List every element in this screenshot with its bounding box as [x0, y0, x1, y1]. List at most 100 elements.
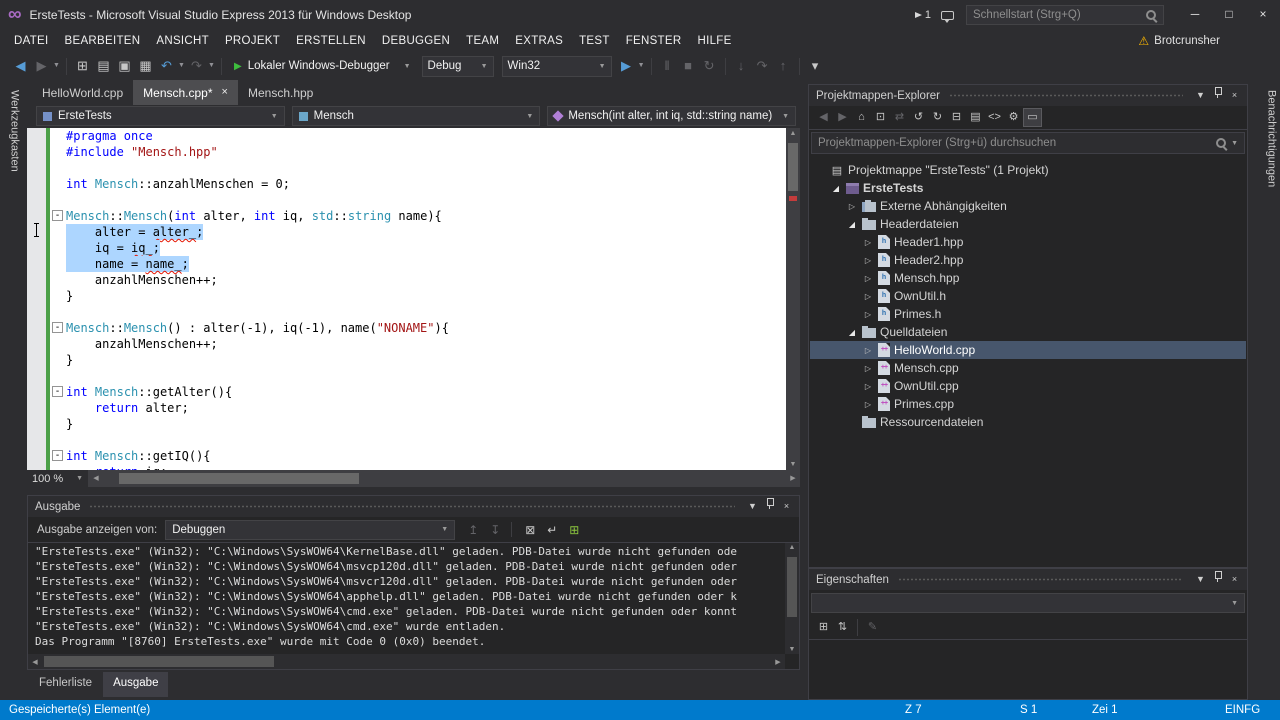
fold-collapse-icon[interactable]: - — [52, 386, 63, 397]
chevron-down-icon[interactable]: ▼ — [177, 55, 186, 77]
code-line[interactable]: return alter; — [27, 400, 786, 416]
code-line[interactable] — [27, 160, 786, 176]
fold-margin[interactable] — [50, 176, 66, 192]
maximize-button[interactable]: □ — [1212, 0, 1246, 30]
expander-icon[interactable]: ▷ — [862, 310, 874, 319]
code-line[interactable] — [27, 432, 786, 448]
menu-fenster[interactable]: FENSTER — [618, 30, 690, 52]
tree-item[interactable]: ▷hMensch.hpp — [810, 269, 1246, 287]
output-horizontal-scrollbar[interactable]: ◀ ▶ — [28, 654, 785, 669]
scrollbar-thumb[interactable] — [119, 473, 359, 484]
alphabetical-icon[interactable]: ⇅ — [833, 618, 852, 637]
indicator-margin[interactable] — [27, 272, 46, 288]
scroll-left-icon[interactable]: ◀ — [28, 658, 42, 666]
start-debug-button[interactable]: ▶Lokaler Windows-Debugger▼ — [227, 55, 418, 77]
restart-icon[interactable]: ↻ — [699, 55, 720, 77]
tree-item[interactable]: ▷hOwnUtil.h — [810, 287, 1246, 305]
tree-item[interactable]: ◢Headerdateien — [810, 215, 1246, 233]
feedback-bubble-icon[interactable] — [941, 11, 954, 20]
code-line[interactable]: #include "Mensch.hpp" — [27, 144, 786, 160]
code-line[interactable]: -int Mensch::getIQ(){ — [27, 448, 786, 464]
code-line[interactable]: anzahlMenschen++; — [27, 336, 786, 352]
expander-icon[interactable]: ◢ — [830, 184, 842, 193]
scrollbar-thumb[interactable] — [787, 557, 797, 617]
indicator-margin[interactable] — [27, 176, 46, 192]
step-into-icon[interactable]: ↓ — [731, 55, 752, 77]
pending-changes-filter-icon[interactable]: ⇄ — [890, 108, 909, 127]
indicator-margin[interactable] — [27, 336, 46, 352]
menu-ansicht[interactable]: ANSICHT — [148, 30, 217, 52]
pin-button[interactable] — [1209, 569, 1226, 591]
code-line[interactable]: anzahlMenschen++; — [27, 272, 786, 288]
indicator-margin[interactable] — [27, 320, 46, 336]
code-line[interactable]: } — [27, 416, 786, 432]
member-dropdown[interactable]: Mensch(int alter, int iq, std::string na… — [547, 106, 796, 126]
expander-icon[interactable]: ▷ — [862, 346, 874, 355]
stop-debug-icon[interactable]: ■ — [678, 55, 699, 77]
close-icon[interactable]: × — [1226, 569, 1243, 590]
fold-margin[interactable] — [50, 272, 66, 288]
chevron-down-icon[interactable]: ▼ — [52, 55, 61, 77]
new-item-icon[interactable]: ⊞ — [72, 55, 93, 77]
tree-item[interactable]: ◢Quelldateien — [810, 323, 1246, 341]
redo-icon[interactable]: ↷ — [186, 55, 207, 77]
account-button[interactable]: ⚠ Brotcrunsher — [1138, 30, 1220, 52]
code-line[interactable]: -Mensch::Mensch(int alter, int iq, std::… — [27, 208, 786, 224]
save-all-icon[interactable]: ▦ — [135, 55, 156, 77]
indicator-margin[interactable] — [27, 240, 46, 256]
type-dropdown[interactable]: Mensch ▼ — [292, 106, 541, 126]
indicator-margin[interactable] — [27, 256, 46, 272]
code-editor[interactable]: #pragma once#include "Mensch.hpp"int Men… — [27, 128, 786, 470]
tree-item[interactable]: ▷++Primes.cpp — [810, 395, 1246, 413]
notifications-autohide-tab[interactable]: Benachrichtigungen — [1261, 80, 1280, 700]
indicator-margin[interactable] — [27, 416, 46, 432]
solution-configurations-select[interactable]: Debug▼ — [422, 56, 494, 77]
fold-margin[interactable] — [50, 288, 66, 304]
scroll-right-icon[interactable]: ▶ — [771, 658, 785, 666]
menu-datei[interactable]: DATEI — [6, 30, 57, 52]
sync-with-active-document-icon[interactable]: ↺ — [909, 108, 928, 127]
tree-item[interactable]: Ressourcendateien — [810, 413, 1246, 431]
tree-item[interactable]: ▷++OwnUtil.cpp — [810, 377, 1246, 395]
fold-margin[interactable] — [50, 144, 66, 160]
scrollbar-thumb[interactable] — [788, 143, 798, 191]
fold-margin[interactable] — [50, 416, 66, 432]
indicator-margin[interactable] — [27, 304, 46, 320]
preview-selected-items-icon[interactable]: ▭ — [1023, 108, 1042, 127]
code-line[interactable]: alter = alter_; — [27, 224, 786, 240]
code-line[interactable] — [27, 304, 786, 320]
scroll-down-icon[interactable]: ▼ — [785, 646, 799, 653]
indicator-margin[interactable] — [27, 352, 46, 368]
code-line[interactable]: } — [27, 352, 786, 368]
indicator-margin[interactable] — [27, 432, 46, 448]
expander-icon[interactable]: ▷ — [862, 382, 874, 391]
nav-back-icon[interactable]: ◀ — [10, 55, 31, 77]
tree-item[interactable]: ▷Externe Abhängigkeiten — [810, 197, 1246, 215]
show-all-files-icon[interactable]: ▤ — [966, 108, 985, 127]
tree-item[interactable]: ▤Projektmappe "ErsteTests" (1 Projekt) — [810, 161, 1246, 179]
categorized-icon[interactable]: ⊞ — [814, 618, 833, 637]
property-pages-icon[interactable]: ✎ — [863, 618, 882, 637]
indicator-margin[interactable] — [27, 400, 46, 416]
expander-icon[interactable]: ▷ — [862, 238, 874, 247]
tab-menschhpp[interactable]: Mensch.hpp — [238, 80, 323, 105]
tab-menschcpp[interactable]: Mensch.cpp*× — [133, 80, 238, 105]
solution-explorer-search-input[interactable]: Projektmappen-Explorer (Strg+ü) durchsuc… — [811, 132, 1245, 154]
expander-icon[interactable]: ▷ — [846, 202, 858, 211]
menu-team[interactable]: TEAM — [458, 30, 507, 52]
code-line[interactable]: -int Mensch::getAlter(){ — [27, 384, 786, 400]
back-circle-icon[interactable]: ◀ — [814, 108, 833, 127]
indicator-margin[interactable] — [27, 192, 46, 208]
properties-panel-header[interactable]: Eigenschaften ▼ × — [809, 569, 1247, 590]
properties-object-dropdown[interactable]: ▼ — [811, 593, 1245, 613]
fold-margin[interactable] — [50, 368, 66, 384]
open-file-icon[interactable]: ▤ — [93, 55, 114, 77]
menu-debuggen[interactable]: DEBUGGEN — [374, 30, 458, 52]
code-line[interactable]: #pragma once — [27, 128, 786, 144]
indicator-margin[interactable] — [27, 208, 46, 224]
solution-platforms-select[interactable]: Win32▼ — [502, 56, 612, 77]
scrollbar-thumb[interactable] — [44, 656, 274, 667]
fold-margin[interactable] — [50, 160, 66, 176]
code-line[interactable]: -Mensch::Mensch() : alter(-1), iq(-1), n… — [27, 320, 786, 336]
minimize-button[interactable]: ─ — [1178, 0, 1212, 30]
